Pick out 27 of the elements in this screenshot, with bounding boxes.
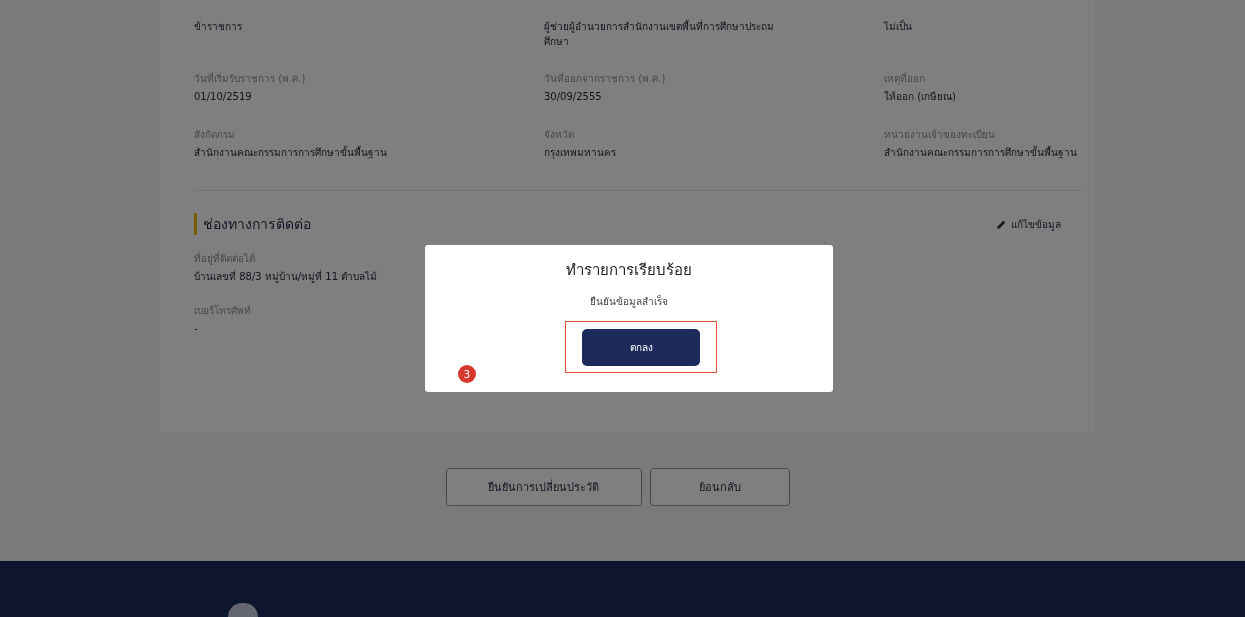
pencil-icon <box>996 218 1007 230</box>
field-label: เบอร์โทรศัพท์ <box>194 303 251 318</box>
confirm-button[interactable]: ยืนยันการเปลี่ยนประวัติ <box>445 468 642 506</box>
field-value: ข้าราชการ <box>194 20 242 34</box>
field-value: 01/10/2519 <box>194 90 252 104</box>
field-value: 30/09/2555 <box>544 90 602 104</box>
field-label: หน่วยงานเจ้าของทะเบียน <box>884 127 995 142</box>
logo-icon <box>228 603 258 617</box>
field-label: สังกัดกรม <box>194 127 235 142</box>
field-value: สำนักงานคณะกรรมการการศึกษาขั้นพื้นฐาน <box>884 145 1077 160</box>
dialog-title: ทำรายการเรียบร้อย <box>566 260 692 281</box>
field-value: ผู้ช่วยผู้อำนวยการสำนักงานเขตพื้นที่การศึกษาประถมศึกษา <box>544 20 775 49</box>
field-value: - <box>194 321 198 336</box>
field-value: กรุงเทพมหานคร <box>544 145 616 160</box>
edit-link[interactable]: แก้ไขข้อมูล <box>996 216 1061 232</box>
back-button[interactable]: ย้อนกลับ <box>649 468 790 506</box>
field-value: บ้านเลขที่ 88/3 หมู่บ้าน/หมู่ที่ 11 ตำบลไม้ <box>194 270 378 285</box>
field-label: วันที่เริ่มรับราชการ (พ.ศ.) <box>194 71 306 86</box>
ok-button[interactable]: ตกลง <box>582 328 700 366</box>
section-title: ช่องทางการติดต่อ <box>194 213 311 235</box>
field-label: วันที่ออกจากราชการ (พ.ศ.) <box>544 71 666 86</box>
dialog-message: ยืนยันข้อมูลสำเร็จ <box>590 294 668 309</box>
field-label: เหตุที่ออก <box>884 71 925 86</box>
field-value: สำนักงานคณะกรรมการการศึกษาขั้นพื้นฐาน <box>194 145 387 160</box>
field-value: ให้ออก (เกษียณ) <box>884 90 956 104</box>
field-value: ไม่เป็น <box>884 20 912 34</box>
field-label: ที่อยู่ที่ติดต่อได้ <box>194 251 255 266</box>
